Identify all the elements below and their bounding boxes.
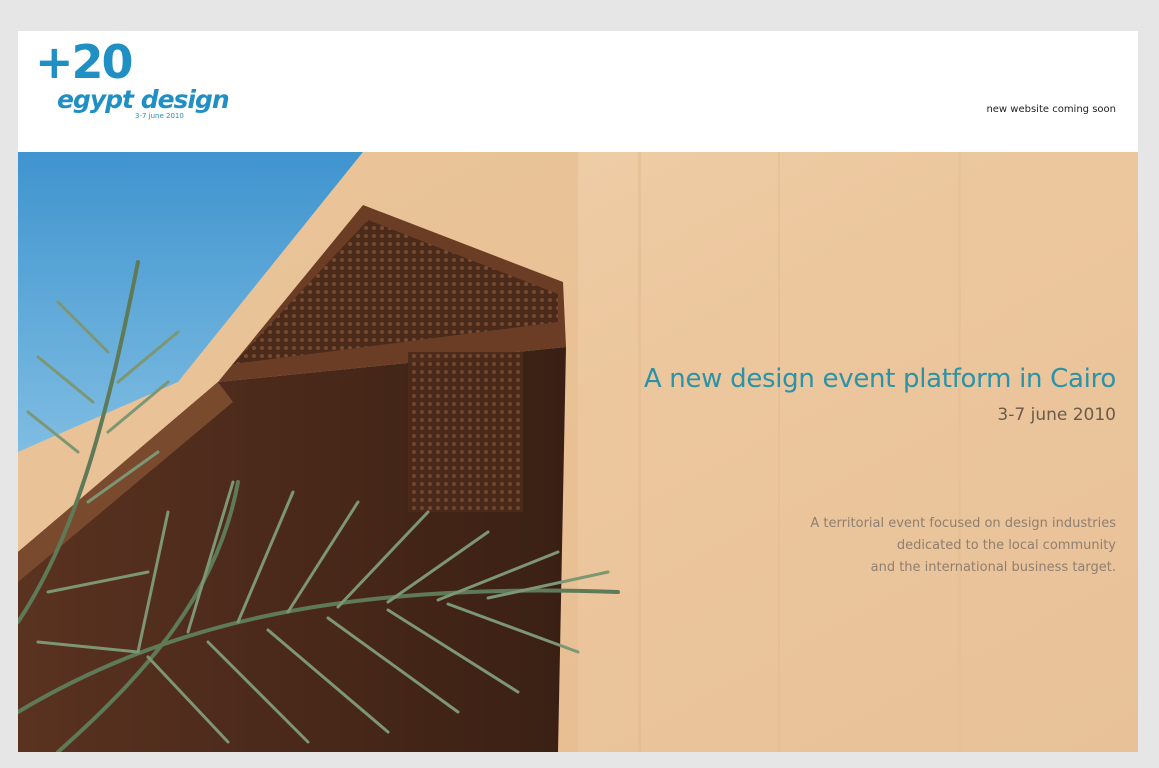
hero-photo <box>18 152 1138 752</box>
description-line: A territorial event focused on design in… <box>810 516 1116 531</box>
hero-date: 3-7 june 2010 <box>997 405 1116 425</box>
description-line: and the international business target. <box>870 560 1116 575</box>
hero-description: A territorial event focused on design in… <box>618 513 1116 579</box>
page-frame: +20 egypt design 3-7 june 2010 new websi… <box>18 31 1138 752</box>
coming-soon-notice: new website coming soon <box>986 104 1116 115</box>
logo-name: egypt design <box>57 85 230 114</box>
logo-number: +20 <box>35 35 134 89</box>
hero-banner: A new design event platform in Cairo 3-7… <box>18 152 1138 752</box>
hero-title: A new design event platform in Cairo <box>643 364 1116 394</box>
description-line: dedicated to the local community <box>896 538 1116 553</box>
logo-date: 3-7 june 2010 <box>135 112 184 120</box>
site-header: +20 egypt design 3-7 june 2010 new websi… <box>18 31 1138 152</box>
logo[interactable]: +20 egypt design 3-7 june 2010 <box>35 39 235 129</box>
